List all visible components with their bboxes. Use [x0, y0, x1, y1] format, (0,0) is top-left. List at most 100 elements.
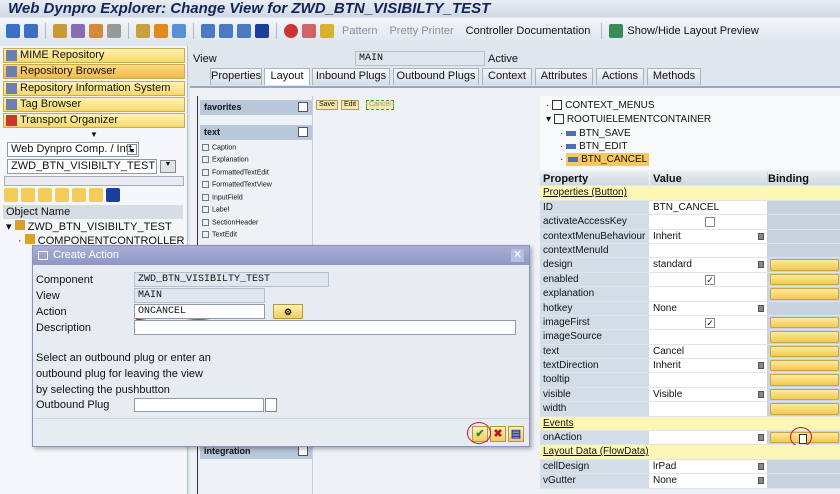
tree-node-context-menus[interactable]: · CONTEXT_MENUS	[546, 100, 655, 111]
wizard-icon[interactable]	[320, 24, 334, 38]
binding-button[interactable]	[770, 345, 839, 358]
palette-item-formattedtextedit[interactable]: FormattedTextEdit	[202, 169, 269, 176]
property-value[interactable]: None	[653, 475, 677, 486]
tree-icon[interactable]	[201, 24, 215, 38]
activate-icon[interactable]	[89, 24, 103, 38]
dropdown-icon[interactable]	[758, 304, 764, 312]
collapse-icon[interactable]	[298, 102, 308, 112]
value-cell[interactable]: Inherit	[650, 229, 768, 243]
tab-methods[interactable]: Methods	[647, 68, 701, 85]
description-input[interactable]	[134, 320, 516, 335]
value-cell[interactable]	[650, 287, 768, 301]
value-cell[interactable]	[650, 330, 768, 344]
property-row[interactable]: imageFirst ✓	[540, 315, 840, 331]
dropdown-icon[interactable]	[758, 390, 764, 398]
tab-layout[interactable]: Layout	[264, 68, 310, 85]
property-row[interactable]: vGutter None	[540, 474, 840, 489]
value-cell[interactable]: standard	[650, 258, 768, 272]
property-row[interactable]: text Cancel	[540, 344, 840, 360]
close-icon[interactable]: ✕	[511, 249, 524, 262]
value-cell[interactable]	[650, 431, 768, 445]
checkbox[interactable]: ✓	[705, 274, 715, 285]
dropdown-icon[interactable]	[758, 261, 764, 269]
dropdown-icon[interactable]	[758, 462, 764, 470]
collapse-icon[interactable]	[298, 127, 308, 137]
collapse-arrow-icon[interactable]: ▼	[90, 130, 98, 139]
property-row[interactable]: activateAccessKey	[540, 215, 840, 230]
palette-group-text[interactable]: text	[200, 125, 312, 140]
nav-repository-browser[interactable]: Repository Browser	[3, 64, 185, 79]
tab-attributes[interactable]: Attributes	[535, 68, 593, 85]
where-used-icon[interactable]	[107, 24, 121, 38]
value-cell[interactable]: Visible	[650, 387, 768, 402]
refresh-icon[interactable]	[106, 188, 120, 202]
palette-item-label[interactable]: Label	[202, 206, 229, 213]
information-icon[interactable]	[255, 24, 269, 38]
cancel-button[interactable]: ✖	[490, 426, 506, 442]
check-icon[interactable]	[71, 24, 85, 38]
value-cell[interactable]: None	[650, 474, 768, 488]
value-cell[interactable]: BTN_CANCEL	[650, 200, 768, 215]
dropdown-icon[interactable]	[758, 362, 764, 370]
collapse-icon[interactable]	[55, 188, 69, 202]
outbound-plug-input[interactable]	[134, 398, 264, 412]
tree-node-btn-save[interactable]: · BTN_SAVE	[560, 128, 631, 139]
hierarchy-icon[interactable]	[136, 24, 150, 38]
palette-item-formattedtextview[interactable]: FormattedTextView	[202, 181, 272, 188]
tab-inbound-plugs[interactable]: Inbound Plugs	[312, 68, 390, 85]
property-row[interactable]: visible Visible	[540, 387, 840, 403]
tree-node-rootuielementcontainer[interactable]: ▾ ROOTUIELEMENTCONTAINER	[546, 114, 711, 125]
dialog-titlebar[interactable]: Create Action ✕	[33, 246, 529, 265]
binding-button[interactable]	[770, 360, 839, 372]
property-value[interactable]: Inherit	[653, 360, 681, 371]
value-cell[interactable]	[650, 243, 768, 258]
horizontal-scrollbar[interactable]	[4, 176, 184, 186]
controller-documentation-button[interactable]: Controller Documentation	[462, 25, 595, 37]
property-row[interactable]: cellDesign lrPad	[540, 459, 840, 475]
property-value[interactable]: BTN_CANCEL	[653, 202, 719, 213]
tree-node-btn-cancel[interactable]: · BTN_CANCEL	[560, 153, 650, 166]
object-type-select[interactable]: Web Dynpro Comp. / Intf. ▼	[7, 142, 139, 157]
dropdown-icon[interactable]	[758, 232, 764, 240]
property-row[interactable]: hotkey None	[540, 301, 840, 316]
section-label[interactable]: Properties (Button)	[540, 186, 627, 199]
value-cell[interactable]: ✓	[650, 315, 768, 330]
preview-edit-button[interactable]: Edit	[341, 100, 360, 110]
section-label[interactable]: Layout Data (FlowData)	[540, 445, 649, 458]
palette-group-favorites[interactable]: favorites	[200, 100, 312, 115]
palette-item-textedit[interactable]: TextEdit	[202, 231, 237, 238]
property-row[interactable]: enabled ✓	[540, 272, 840, 288]
palette-item-inputfield[interactable]: InputField	[202, 194, 243, 201]
nav-tag-browser[interactable]: Tag Browser	[3, 97, 185, 112]
session-breakpoint-icon[interactable]	[302, 24, 316, 38]
binding-button[interactable]	[770, 374, 839, 386]
pattern-button[interactable]: Pattern	[338, 25, 381, 37]
binding-button[interactable]	[770, 388, 839, 401]
preview-save-button[interactable]: Save	[316, 100, 338, 110]
nav-transport-organizer[interactable]: Transport Organizer	[3, 113, 185, 128]
palette-item-explanation[interactable]: Explanation	[202, 156, 249, 163]
table-icon[interactable]	[237, 24, 251, 38]
property-row[interactable]: width	[540, 402, 840, 417]
property-row[interactable]: contextMenuBehaviour Inherit	[540, 229, 840, 244]
section-row[interactable]: Properties (Button)	[540, 186, 840, 201]
settings-icon[interactable]	[89, 188, 103, 202]
dropdown-button[interactable]: ▼	[160, 160, 176, 173]
tab-context[interactable]: Context	[482, 68, 532, 85]
property-value[interactable]: standard	[653, 259, 692, 270]
palette-item-caption[interactable]: Caption	[202, 144, 236, 151]
binding-button[interactable]	[770, 316, 839, 329]
value-cell[interactable]	[650, 373, 768, 387]
expand-icon[interactable]	[38, 188, 52, 202]
pretty-printer-button[interactable]: Pretty Printer	[385, 25, 457, 37]
value-help-icon[interactable]	[265, 398, 277, 412]
tab-actions[interactable]: Actions	[596, 68, 644, 85]
section-label[interactable]: Events	[540, 417, 574, 430]
checkbox[interactable]: ✓	[705, 317, 715, 328]
nav-mime-repository[interactable]: MIME Repository	[3, 48, 185, 63]
property-value[interactable]: Cancel	[653, 346, 684, 357]
binding-button[interactable]	[770, 403, 839, 415]
binding-button[interactable]	[770, 331, 839, 343]
info-icon[interactable]	[154, 24, 168, 38]
property-row[interactable]: design standard	[540, 258, 840, 273]
